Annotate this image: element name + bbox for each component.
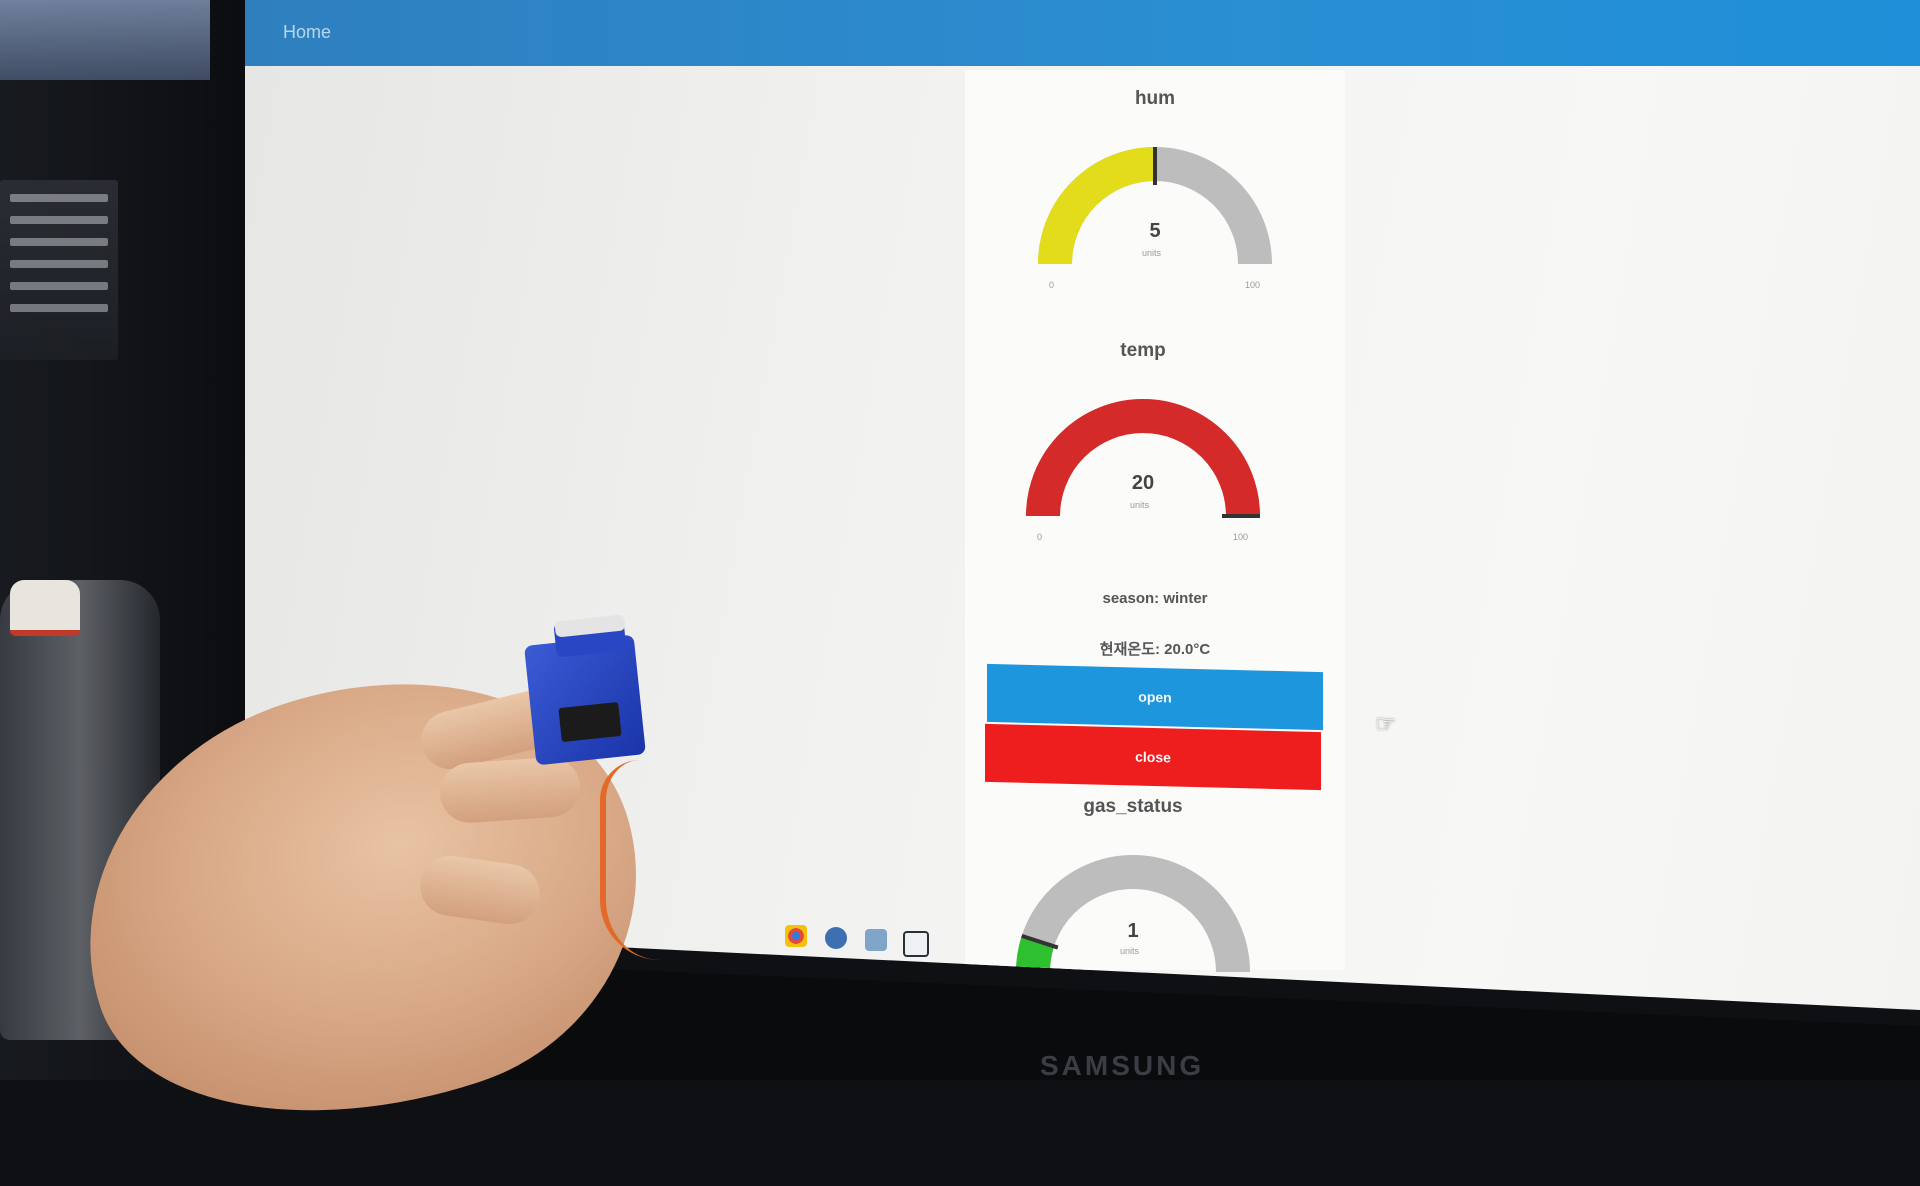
- monitor-brand-logo: SAMSUNG: [1040, 1050, 1205, 1081]
- temp-gauge-units: units: [1130, 500, 1150, 510]
- gauge-fill: [1038, 147, 1156, 265]
- hum-gauge-min: 0: [1049, 280, 1055, 290]
- season-text: season: winter: [1102, 590, 1208, 607]
- servo-wire: [600, 760, 686, 960]
- window-icon[interactable]: [903, 931, 929, 957]
- page-title[interactable]: Home: [283, 22, 331, 43]
- temp-gauge-max: 100: [1233, 532, 1249, 542]
- close-button[interactable]: close: [985, 723, 1321, 791]
- files-icon[interactable]: [865, 929, 887, 951]
- hum-gauge-title: hum: [1134, 88, 1176, 109]
- settings-icon[interactable]: [825, 927, 847, 949]
- temp-gauge-min: 0: [1037, 532, 1043, 542]
- blue-cloth: [0, 0, 210, 80]
- hum-gauge-value: 5: [1149, 220, 1161, 242]
- bottle-cap: [10, 580, 80, 636]
- servo-label: [558, 701, 622, 743]
- hum-gauge-max: 100: [1245, 280, 1261, 290]
- chrome-icon[interactable]: [785, 925, 807, 947]
- device-sticker: [0, 180, 118, 360]
- current-temp-text: 현재온도: 20.0°C: [1099, 641, 1211, 658]
- dashboard-panel: hum 5 0 100 units temp 20 0 100 units se…: [965, 70, 1345, 973]
- temp-gauge-title: temp: [1120, 340, 1166, 361]
- hum-gauge: hum 5 0 100 units: [1005, 88, 1305, 290]
- temp-gauge: temp 20 0 100 units: [993, 340, 1293, 542]
- hum-gauge-units: units: [1142, 248, 1162, 258]
- open-button[interactable]: open: [987, 663, 1323, 731]
- finger: [438, 755, 582, 825]
- taskbar: [785, 905, 1525, 965]
- mouse-pointer-icon: ☞: [1375, 711, 1397, 738]
- app-topbar: Home: [245, 0, 1920, 66]
- temp-gauge-value: 20: [1131, 472, 1155, 494]
- gas-gauge-title: gas_status: [1083, 796, 1183, 817]
